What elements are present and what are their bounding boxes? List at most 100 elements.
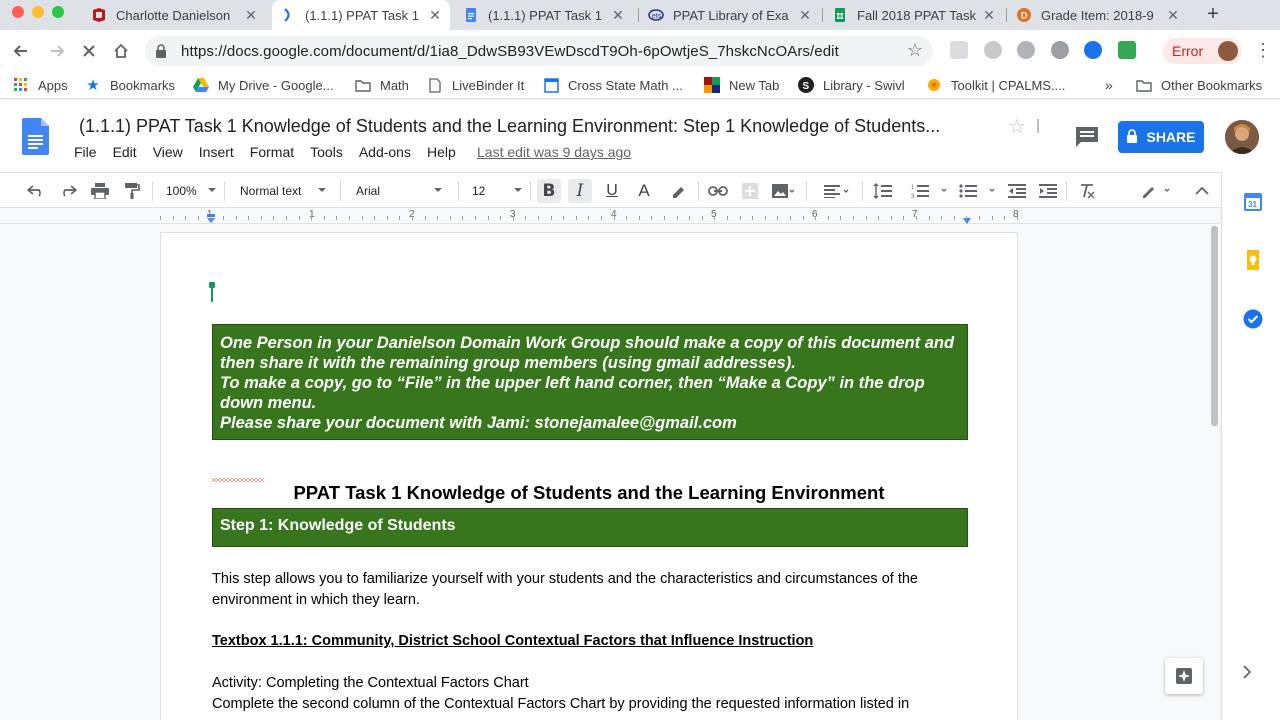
close-tab-icon[interactable]: ✕ (611, 7, 625, 24)
comments-icon[interactable] (1075, 126, 1099, 148)
extension-icon[interactable] (1118, 41, 1136, 59)
vertical-scrollbar[interactable] (1208, 224, 1220, 720)
numbered-list-icon[interactable]: 13 (910, 179, 950, 203)
close-tab-icon[interactable]: ✕ (244, 7, 258, 24)
bookmark-bookmarks[interactable]: ★ Bookmarks (85, 76, 175, 94)
browser-menu-icon[interactable]: ⋮ (1254, 40, 1272, 61)
more-bookmarks-button[interactable]: » (1105, 76, 1113, 94)
print-icon[interactable] (88, 179, 112, 203)
bookmark-cpalms[interactable]: Toolkit | CPALMS.... (926, 76, 1065, 94)
menu-view[interactable]: View (153, 144, 183, 160)
bookmark-new-tab[interactable]: New Tab (704, 76, 779, 94)
omnibox[interactable]: https://docs.google.com/document/d/1ia8_… (145, 36, 933, 66)
extension-icon[interactable] (1051, 41, 1069, 59)
extension-icon[interactable] (950, 41, 968, 59)
text-color-icon[interactable]: A (632, 179, 656, 203)
scrollbar-thumb[interactable] (1211, 226, 1218, 426)
ruler[interactable]: 1 1 2 3 4 5 6 7 8 (0, 208, 1220, 224)
browser-tab[interactable]: D Grade Item: 2018-9 ✕ (1008, 0, 1188, 30)
hide-menus-chevron-up-icon[interactable] (1190, 179, 1214, 203)
url-text[interactable]: https://docs.google.com/document/d/1ia8_… (181, 43, 839, 60)
browser-tab[interactable]: Charlotte Danielson ✕ (83, 0, 266, 30)
menu-format[interactable]: Format (250, 144, 294, 160)
close-tab-icon[interactable]: ✕ (982, 7, 996, 24)
bookmark-cross-state-math[interactable]: Cross State Math ... (543, 76, 683, 94)
underline-icon[interactable]: U (600, 179, 624, 203)
zoom-window-button[interactable] (52, 6, 64, 18)
bookmark-star-icon[interactable]: ☆ (907, 40, 923, 61)
highlight-color-icon[interactable] (666, 179, 690, 203)
add-comment-icon[interactable] (738, 179, 762, 203)
back-button[interactable] (8, 38, 34, 64)
bookmark-swivl[interactable]: S Library - Swivl (798, 76, 905, 94)
bookmark-math[interactable]: Math (355, 76, 409, 94)
extension-icon[interactable] (984, 41, 1002, 59)
browser-tab[interactable]: ets PPAT Library of Exa ✕ (640, 0, 820, 30)
stop-loading-button[interactable] (76, 38, 102, 64)
document-heading[interactable]: PPAT Task 1 Knowledge of Students and th… (161, 482, 1017, 504)
menu-file[interactable]: File (74, 144, 97, 160)
bulleted-list-icon[interactable] (958, 179, 998, 203)
paint-format-icon[interactable] (120, 179, 144, 203)
step-heading-box[interactable]: Step 1: Knowledge of Students (212, 508, 968, 547)
line-spacing-icon[interactable] (872, 179, 894, 203)
keep-icon[interactable] (1243, 250, 1263, 270)
close-window-button[interactable] (12, 6, 24, 18)
star-document-icon[interactable]: ☆ (1008, 114, 1026, 139)
redo-icon[interactable] (56, 179, 80, 203)
share-button[interactable]: SHARE (1118, 121, 1204, 153)
instructions-box[interactable]: One Person in your Danielson Domain Work… (212, 324, 968, 440)
zoom-dropdown[interactable]: 100% (166, 179, 216, 203)
bookmark-apps[interactable]: Apps (13, 76, 68, 94)
tasks-icon[interactable] (1243, 309, 1263, 329)
font-size-dropdown[interactable]: 12 (472, 179, 522, 203)
font-family-dropdown[interactable]: Arial (356, 179, 442, 203)
move-to-folder-icon[interactable] (1037, 119, 1039, 133)
calendar-icon[interactable]: 31 (1243, 192, 1263, 212)
menu-edit[interactable]: Edit (113, 144, 137, 160)
bookmark-other-bookmarks[interactable]: Other Bookmarks (1136, 76, 1262, 94)
close-tab-icon[interactable]: ✕ (798, 7, 812, 24)
close-tab-icon[interactable]: ✕ (1166, 7, 1180, 24)
menu-tools[interactable]: Tools (310, 144, 343, 160)
user-avatar[interactable] (1225, 120, 1259, 154)
undo-icon[interactable] (24, 179, 48, 203)
google-docs-logo-icon[interactable] (22, 118, 49, 155)
lock-icon[interactable] (155, 44, 167, 63)
right-indent-marker-icon[interactable] (962, 212, 972, 224)
italic-icon[interactable]: I (568, 179, 592, 203)
document-page[interactable]: One Person in your Danielson Domain Work… (161, 233, 1017, 720)
home-button[interactable] (108, 38, 134, 64)
menu-add-ons[interactable]: Add-ons (359, 144, 411, 160)
browser-tab[interactable]: (1.1.1) PPAT Task 1 K ✕ (455, 0, 633, 30)
new-tab-button[interactable]: + (1203, 3, 1223, 27)
menu-help[interactable]: Help (427, 144, 456, 160)
intro-paragraph[interactable]: This step allows you to familiarize your… (212, 569, 972, 611)
bookmark-livebinder[interactable]: LiveBinder It (427, 76, 524, 94)
bookmark-my-drive[interactable]: My Drive - Google... (193, 76, 334, 94)
editing-mode-icon[interactable] (1138, 179, 1176, 203)
clear-formatting-icon[interactable] (1075, 179, 1099, 203)
profile-error-button[interactable]: Error (1163, 38, 1242, 64)
paragraph-style-dropdown[interactable]: Normal text (240, 179, 326, 203)
align-left-icon[interactable] (820, 179, 854, 203)
explore-button[interactable] (1165, 658, 1203, 694)
zoom-video-icon[interactable] (1084, 41, 1102, 59)
last-edit-link[interactable]: Last edit was 9 days ago (477, 144, 631, 160)
minimize-window-button[interactable] (32, 6, 44, 18)
extension-icon[interactable] (1017, 41, 1035, 59)
menu-insert[interactable]: Insert (199, 144, 234, 160)
browser-tab[interactable]: Fall 2018 PPAT Task ✕ (824, 0, 1004, 30)
textbox-heading[interactable]: Textbox 1.1.1: Community, District Schoo… (212, 633, 813, 649)
instructions-paragraph[interactable]: Complete the second column of the Contex… (212, 696, 909, 712)
increase-indent-icon[interactable] (1037, 179, 1059, 203)
insert-link-icon[interactable] (706, 179, 730, 203)
document-title[interactable]: (1.1.1) PPAT Task 1 Knowledge of Student… (79, 116, 940, 137)
close-tab-icon[interactable]: ✕ (428, 7, 442, 24)
browser-tab-active[interactable]: (1.1.1) PPAT Task 1 K ✕ (272, 0, 450, 30)
bold-icon[interactable]: B (537, 179, 561, 203)
expand-side-panel-chevron-right-icon[interactable] (1243, 665, 1252, 684)
insert-image-icon[interactable] (768, 179, 798, 203)
forward-button[interactable] (44, 38, 70, 64)
activity-text[interactable]: Activity: Completing the Contextual Fact… (212, 675, 529, 691)
